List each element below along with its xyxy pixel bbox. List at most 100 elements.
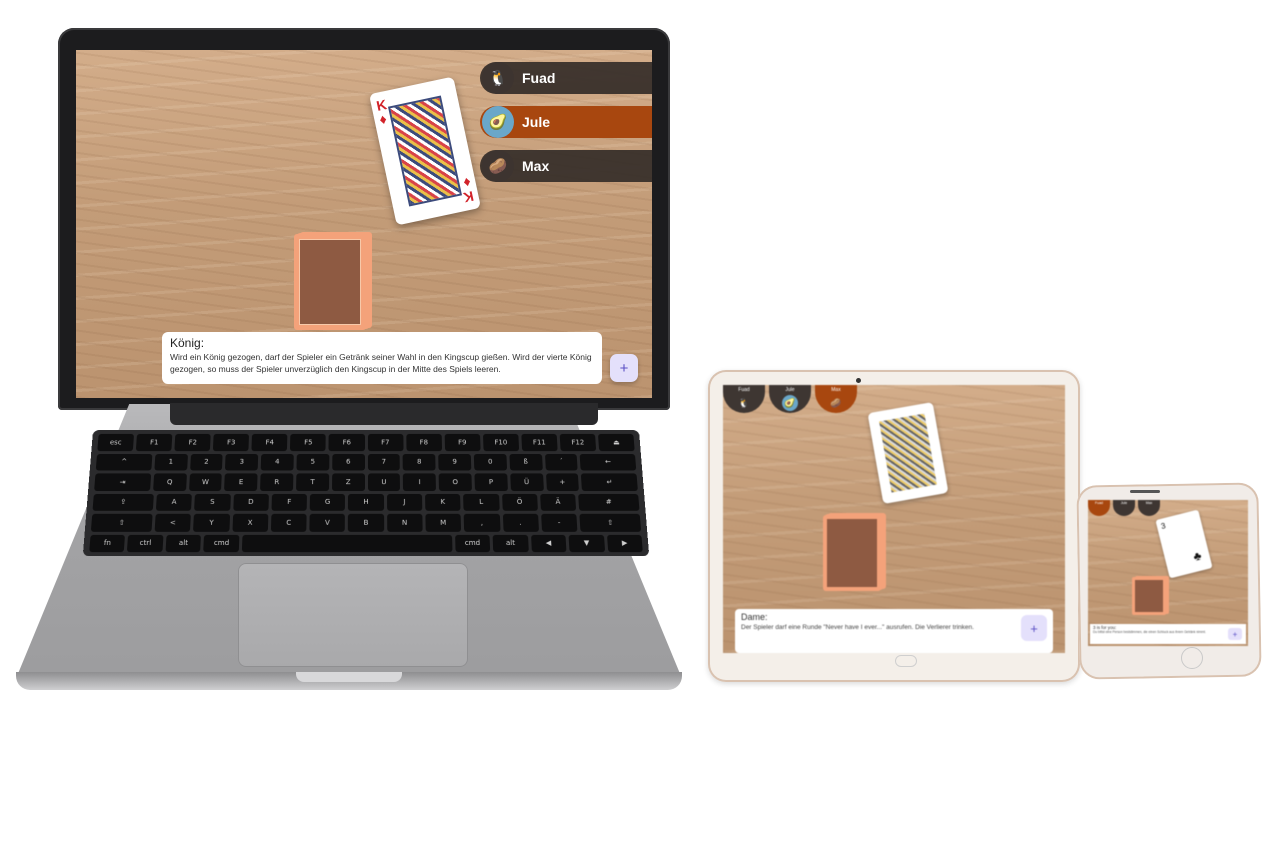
keyboard-key: 0 bbox=[473, 453, 507, 471]
keyboard-key: ^ bbox=[95, 453, 153, 471]
keyboard-key: ´ bbox=[544, 453, 578, 471]
card-rank: 3 bbox=[1160, 521, 1167, 531]
rule-title: Dame: bbox=[741, 612, 768, 622]
laptop-foot bbox=[296, 672, 402, 682]
laptop-hinge bbox=[170, 403, 598, 425]
keyboard-key: ⇥ bbox=[94, 473, 151, 491]
keyboard-key: N bbox=[386, 513, 423, 532]
penguin-icon: 🐧 bbox=[482, 62, 514, 94]
keyboard-key: E bbox=[224, 473, 258, 491]
tablet-rule-panel: Dame: Der Spieler darf eine Runde "Never… bbox=[735, 609, 1053, 653]
keyboard-key: F1 bbox=[135, 433, 173, 451]
tablet-game-screen: Fuad 🐧 Jule 🥑 Max 🥔 Dame: Der Spieler da… bbox=[723, 385, 1065, 653]
player-item-jule[interactable]: 🥑 Jule bbox=[480, 106, 652, 138]
keyboard-key: esc bbox=[97, 433, 135, 451]
keyboard-key: cmd bbox=[454, 534, 491, 553]
tablet-player-fuad[interactable]: Fuad 🐧 bbox=[723, 385, 765, 413]
keyboard-key: F bbox=[271, 493, 308, 511]
diamond-icon: ♦ bbox=[461, 174, 473, 192]
keyboard-key: ctrl bbox=[127, 534, 164, 553]
tablet-player-jule[interactable]: Jule 🥑 bbox=[769, 385, 811, 413]
keyboard-key bbox=[241, 534, 453, 553]
card-rule-panel: König: Wird ein König gezogen, darf der … bbox=[162, 332, 602, 384]
keyboard-key: cmd bbox=[203, 534, 240, 553]
phone-player-jule[interactable]: Jule bbox=[1113, 500, 1135, 516]
keyboard-key: ← bbox=[579, 453, 637, 471]
laptop-keyboard: esc F1 F2 F3 F4 F5 F6 F7 F8 F9 F10 F11 F12 ⏏ ^ 1 2 3 4 5 6 7 8… bbox=[82, 430, 650, 557]
avocado-icon: 🥑 bbox=[782, 395, 798, 411]
keyboard-key: T bbox=[295, 473, 329, 491]
keyboard-key: A bbox=[155, 493, 193, 511]
keyboard-key: F9 bbox=[444, 433, 481, 451]
player-item-max[interactable]: 🥔 Max bbox=[480, 150, 652, 182]
keyboard-key: 5 bbox=[296, 453, 330, 471]
keyboard-key: 1 bbox=[154, 453, 188, 471]
keyboard-key: W bbox=[188, 473, 223, 491]
keyboard-row: ⇧ < Y X C V B N M,. - ⇧ bbox=[90, 513, 642, 532]
keyboard-key: 7 bbox=[367, 453, 401, 471]
keyboard-key: Y bbox=[193, 513, 230, 532]
camera-icon bbox=[856, 378, 861, 383]
keyboard-key: . bbox=[502, 513, 539, 532]
add-player-button[interactable]: + bbox=[1021, 615, 1047, 641]
keyboard-key: J bbox=[386, 493, 423, 511]
player-item-fuad[interactable]: 🐧 Fuad bbox=[480, 62, 652, 94]
keyboard-key: B bbox=[348, 513, 384, 532]
queen-face-art bbox=[879, 413, 937, 493]
keyboard-key: - bbox=[540, 513, 578, 532]
potato-icon: 🥔 bbox=[482, 150, 514, 182]
keyboard-key: S bbox=[194, 493, 231, 511]
card-corner-bottom: K ♦ bbox=[459, 174, 475, 205]
rule-text: Der Spieler darf eine Runde "Never have … bbox=[741, 624, 974, 631]
drawn-card-three-of-clubs: 3 ♣ bbox=[1155, 509, 1213, 579]
keyboard-key: ▶ bbox=[606, 534, 643, 553]
drawn-card-king-of-diamonds: K ♦ K ♦ bbox=[369, 76, 481, 226]
keyboard-key: 6 bbox=[331, 453, 365, 471]
laptop-game-screen: 🐧 Fuad 🥑 Jule 🥔 Max K ♦ K ♦ König: Wird … bbox=[76, 50, 652, 398]
player-name: Fuad bbox=[522, 70, 556, 86]
drawn-card-queen-of-spades bbox=[867, 401, 949, 505]
player-name: Jule bbox=[522, 114, 551, 130]
tablet-player-list: Fuad 🐧 Jule 🥑 Max 🥔 bbox=[723, 385, 857, 413]
tablet-player-max[interactable]: Max 🥔 bbox=[815, 385, 857, 413]
home-button-icon bbox=[895, 655, 917, 667]
keyboard-key: U bbox=[367, 473, 401, 491]
king-face-art bbox=[387, 95, 463, 207]
keyboard-key: 4 bbox=[260, 453, 294, 471]
keyboard-key: G bbox=[309, 493, 346, 511]
trackpad bbox=[238, 563, 468, 667]
keyboard-key: O bbox=[438, 473, 472, 491]
keyboard-row: ⇥ Q W E R T Z U I O P Ü + ↵ bbox=[94, 473, 638, 491]
phone-player-fuad[interactable]: Fuad bbox=[1088, 500, 1110, 516]
phone-player-max[interactable]: Max bbox=[1138, 500, 1160, 516]
keyboard-key: D bbox=[232, 493, 269, 511]
rule-title: König: bbox=[170, 336, 205, 350]
phone-rule-panel: 3 is for you: Du bittst eine Person best… bbox=[1090, 624, 1246, 644]
avocado-icon: 🥑 bbox=[482, 106, 514, 138]
keyboard-key: < bbox=[154, 513, 192, 532]
phone-game-screen: Fuad Jule Max 3 ♣ 3 is for you: Du bitts… bbox=[1088, 500, 1248, 646]
keyboard-key: ⇪ bbox=[92, 493, 154, 511]
keyboard-key: F4 bbox=[251, 433, 288, 451]
phone-player-list: Fuad Jule Max bbox=[1088, 500, 1160, 516]
keyboard-key: F5 bbox=[290, 433, 327, 451]
keyboard-row: fn ctrl alt cmd cmd alt ◀ ▼ ▶ bbox=[89, 534, 643, 553]
card-back bbox=[294, 234, 366, 330]
keyboard-key: ◀ bbox=[530, 534, 567, 553]
keyboard-key: 8 bbox=[402, 453, 436, 471]
keyboard-key: F7 bbox=[367, 433, 404, 451]
keyboard-key: K bbox=[424, 493, 461, 511]
keyboard-key: ↵ bbox=[581, 473, 638, 491]
keyboard-key: , bbox=[463, 513, 501, 532]
card-back bbox=[1132, 577, 1166, 615]
keyboard-key: 3 bbox=[225, 453, 259, 471]
keyboard-row: ⇪ A S D F G H J K L Ö Ä # bbox=[92, 493, 640, 511]
keyboard-key: F6 bbox=[328, 433, 365, 451]
keyboard-key: F12 bbox=[559, 433, 597, 451]
speaker-icon bbox=[1130, 490, 1160, 493]
add-player-button[interactable]: + bbox=[610, 354, 638, 382]
add-player-button[interactable]: + bbox=[1228, 628, 1242, 640]
keyboard-key: F2 bbox=[174, 433, 211, 451]
keyboard-key: F10 bbox=[482, 433, 519, 451]
keyboard-key: R bbox=[260, 473, 294, 491]
